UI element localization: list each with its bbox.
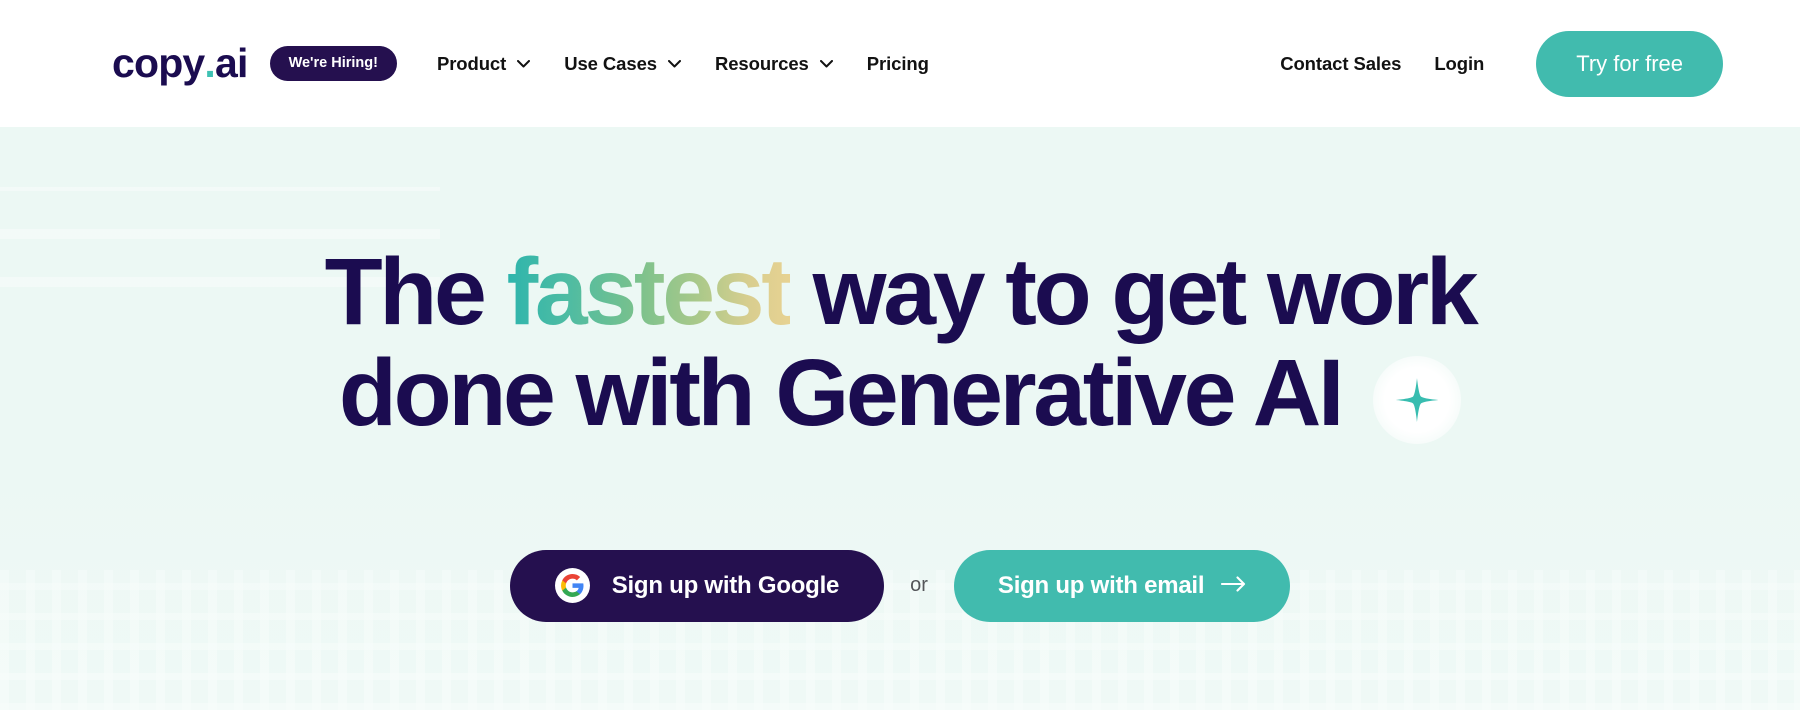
chevron-down-icon: [819, 59, 833, 68]
login-link[interactable]: Login: [1434, 53, 1484, 75]
arrow-right-icon: [1221, 573, 1246, 597]
nav-label-resources: Resources: [714, 52, 809, 74]
headline-text-done-with-generative-ai: done with Generative AI: [338, 339, 1344, 446]
header-right-group: Contact Sales Login Try for free: [1280, 30, 1800, 97]
hero-headline: The fastest way to get work done with Ge…: [324, 239, 1479, 446]
sign-up-with-email-button[interactable]: Sign up with email: [953, 549, 1291, 622]
main-navigation: Product Use Cases Resources Pricing: [437, 53, 929, 75]
contact-sales-link[interactable]: Contact Sales: [1280, 53, 1401, 75]
were-hiring-badge[interactable]: We're Hiring!: [269, 45, 397, 82]
or-divider-text: or: [910, 574, 928, 597]
google-g-icon: [554, 568, 590, 604]
headline-line-2: done with Generative AI: [325, 339, 1476, 446]
sparkle-icon: [1373, 355, 1462, 444]
logo-text-copy: copy: [112, 40, 205, 86]
nav-label-pricing: Pricing: [866, 52, 929, 74]
nav-item-pricing[interactable]: Pricing: [867, 53, 929, 75]
nav-label-use-cases: Use Cases: [564, 52, 657, 74]
logo-dot: .: [204, 40, 215, 86]
hero-section: The fastest way to get work done with Ge…: [0, 127, 1800, 710]
headline-highlight-fastest: fastest: [506, 239, 793, 345]
header-left-group: copy.ai We're Hiring! Product Use Cases: [0, 43, 929, 84]
nav-item-use-cases[interactable]: Use Cases: [564, 53, 681, 75]
chevron-down-icon: [667, 59, 681, 68]
copyai-logo[interactable]: copy. ai: [112, 43, 248, 84]
logo-text-ai: ai: [215, 40, 248, 86]
nav-item-product[interactable]: Product: [436, 52, 531, 75]
try-for-free-button[interactable]: Try for free: [1536, 30, 1723, 97]
hero-cta-row: Sign up with Google or Sign up with emai…: [509, 549, 1291, 622]
headline-text-way-to-get-work: way to get work: [789, 239, 1479, 345]
hero-content: The fastest way to get work done with Ge…: [0, 127, 1800, 710]
sign-up-email-label: Sign up with email: [997, 571, 1205, 599]
site-header: copy.ai We're Hiring! Product Use Cases: [0, 0, 1800, 127]
nav-label-product: Product: [436, 52, 507, 74]
sign-up-google-label: Sign up with Google: [611, 571, 840, 599]
page-root: copy.ai We're Hiring! Product Use Cases: [0, 0, 1800, 710]
headline-text-the: The: [324, 239, 507, 345]
nav-item-resources[interactable]: Resources: [715, 53, 833, 75]
sign-up-with-google-button[interactable]: Sign up with Google: [509, 549, 885, 622]
headline-line-1: The fastest way to get work: [324, 239, 1479, 345]
chevron-down-icon: [517, 59, 531, 68]
